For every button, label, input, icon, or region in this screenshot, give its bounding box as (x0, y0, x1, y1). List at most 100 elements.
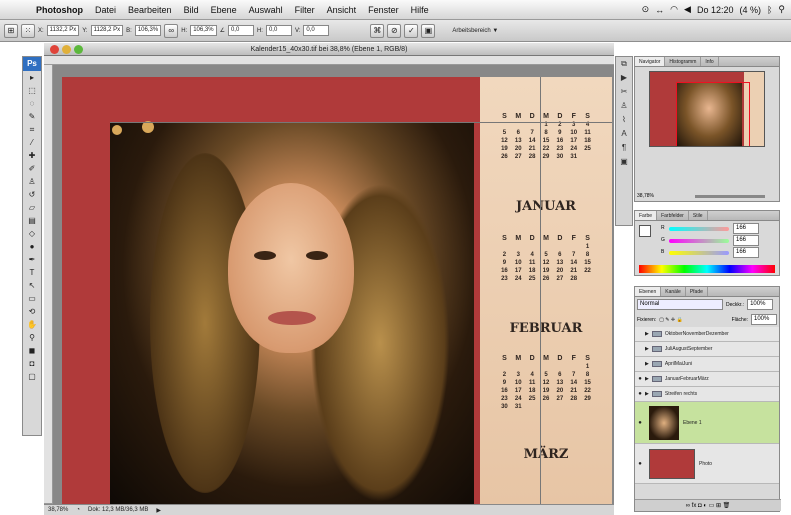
zoom-level[interactable]: 38,78% (48, 507, 68, 513)
h-skew-field[interactable]: 0,0 (265, 25, 292, 36)
crop-tool-icon[interactable]: ⌗ (23, 123, 41, 136)
guide-line[interactable] (540, 77, 541, 504)
wifi-icon[interactable]: ◠ (670, 4, 678, 15)
masks-panel-icon[interactable]: ▣ (616, 155, 632, 169)
stamp-tool-icon[interactable]: ♙ (23, 175, 41, 188)
tab-navigator[interactable]: Navigator (635, 57, 666, 66)
type-tool-icon[interactable]: T (23, 266, 41, 279)
close-window-icon[interactable] (50, 45, 59, 54)
color-swatches-icon[interactable]: ◼ (23, 344, 41, 357)
new-layer-icon[interactable]: ⊞ (716, 503, 721, 509)
layer-name[interactable]: OktoberNovemberDezember (665, 331, 729, 337)
warp-icon[interactable]: ⌘ (370, 23, 385, 38)
menu-clock[interactable]: Do 12:20 (697, 5, 734, 15)
eye-icon[interactable]: ● (635, 391, 645, 397)
menu-fenster[interactable]: Fenster (362, 5, 405, 15)
document-info[interactable]: Dok: 12,3 MB/36,3 MB (88, 507, 148, 513)
navigator-thumbnail[interactable] (649, 71, 765, 147)
tool-preset-button[interactable]: ⊞ (4, 23, 18, 38)
calendar-strip[interactable]: S M D M D F S 1 2 3 4 5 6 7 8 9 10 11 12 13 14 15 16 17 18 19 20 21… (480, 77, 612, 504)
red-value[interactable]: 166 (733, 223, 759, 234)
pen-tool-icon[interactable]: ✒ (23, 253, 41, 266)
tab-layers[interactable]: Ebenen (635, 287, 662, 296)
tab-swatches[interactable]: Farbfelder (657, 211, 689, 220)
foreground-swatch[interactable] (639, 225, 651, 237)
sync-icon[interactable]: ↔ (655, 5, 664, 15)
v-skew-field[interactable]: 0,0 (303, 25, 330, 36)
quickmask-icon[interactable]: ◘ (23, 357, 41, 370)
menu-bearbeiten[interactable]: Bearbeiten (122, 5, 178, 15)
cancel-transform-icon[interactable]: ⊘ (387, 23, 402, 38)
disclosure-triangle-icon[interactable]: ▶ (645, 391, 649, 397)
tools-panel-icon[interactable]: ✂ (616, 85, 632, 99)
blend-mode-select[interactable]: Normal (637, 299, 723, 310)
zoom-tool-icon[interactable]: ⚲ (23, 331, 41, 344)
layer-name[interactable]: Ebene 1 (683, 420, 702, 426)
width-field[interactable]: 106,3% (134, 25, 162, 36)
canvas[interactable]: S M D M D F S 1 2 3 4 5 6 7 8 9 10 11 12 13 14 15 16 17 18 19 20 21… (62, 77, 612, 504)
tab-color[interactable]: Farbe (635, 211, 658, 220)
status-icon[interactable]: ◔ (76, 507, 80, 513)
layer-row[interactable]: ● Photo (635, 444, 779, 484)
disclosure-triangle-icon[interactable]: ▶ (645, 346, 649, 352)
link-icon[interactable]: ∞ (164, 23, 179, 38)
hand-tool-icon[interactable]: ✋ (23, 318, 41, 331)
bridge-icon[interactable]: ▣ (421, 23, 436, 38)
tab-info[interactable]: Info (701, 57, 719, 66)
layer-row[interactable]: ▶ AprilMaiJuni (635, 357, 779, 372)
paragraph-panel-icon[interactable]: ¶ (616, 141, 632, 155)
history-panel-icon[interactable]: ⧉ (616, 57, 632, 71)
menu-bild[interactable]: Bild (178, 5, 205, 15)
layer-row-selected[interactable]: ● Ebene 1 (635, 402, 779, 444)
mask-icon[interactable]: ◘ (698, 503, 702, 509)
fill-field[interactable]: 100% (751, 314, 777, 325)
shape-tool-icon[interactable]: ▭ (23, 292, 41, 305)
eye-icon[interactable]: ● (635, 376, 645, 382)
x-field[interactable]: 1132,2 Px (46, 25, 80, 36)
actions-panel-icon[interactable]: ▶ (616, 71, 632, 85)
tab-histogram[interactable]: Histogramm (665, 57, 702, 66)
brush-panel-icon[interactable]: ⌇ (616, 113, 632, 127)
layer-name[interactable]: Photo (699, 461, 712, 467)
eye-icon[interactable]: ● (635, 420, 645, 426)
angle-field[interactable]: 0,0 (227, 25, 254, 36)
status-menu-arrow[interactable]: ▶ (156, 507, 161, 514)
horizontal-ruler[interactable] (44, 56, 614, 65)
spotlight-icon[interactable]: ⚲ (778, 4, 785, 15)
clone-panel-icon[interactable]: ♙ (616, 99, 632, 113)
blur-tool-icon[interactable]: ◇ (23, 227, 41, 240)
dodge-tool-icon[interactable]: ● (23, 240, 41, 253)
tab-styles[interactable]: Stile (689, 211, 708, 220)
color-spectrum[interactable] (639, 265, 775, 273)
portrait-photo[interactable] (110, 121, 474, 504)
y-field[interactable]: 1128,2 Px (90, 25, 124, 36)
timemachine-icon[interactable]: ⊙ (642, 4, 650, 15)
lasso-tool-icon[interactable]: ◌ (23, 97, 41, 110)
layer-name[interactable]: AprilMaiJuni (665, 361, 692, 367)
character-panel-icon[interactable]: A (616, 127, 632, 141)
menu-datei[interactable]: Datei (89, 5, 122, 15)
layer-row[interactable]: ▶ OktoberNovemberDezember (635, 327, 779, 342)
move-tool-icon[interactable]: ▸ (23, 71, 41, 84)
height-field[interactable]: 106,3% (190, 25, 217, 36)
volume-icon[interactable]: ◀ (684, 4, 691, 15)
commit-transform-icon[interactable]: ✓ (404, 23, 419, 38)
red-slider[interactable] (669, 227, 729, 231)
menu-filter[interactable]: Filter (289, 5, 321, 15)
reference-point-icon[interactable]: ⁙ (21, 23, 35, 38)
adjustment-icon[interactable]: ◐ (703, 503, 707, 509)
navigator-zoom-slider[interactable] (695, 195, 765, 198)
layer-name[interactable]: Streifen rechts (665, 391, 697, 397)
tab-channels[interactable]: Kanäle (661, 287, 686, 296)
layer-row[interactable]: ● ▶ Streifen rechts (635, 387, 779, 402)
bluetooth-icon[interactable]: ᛒ (767, 5, 772, 15)
menu-app-name[interactable]: Photoshop (30, 5, 89, 15)
healing-tool-icon[interactable]: ✚ (23, 149, 41, 162)
brush-tool-icon[interactable]: ✐ (23, 162, 41, 175)
blue-value[interactable]: 166 (733, 247, 759, 258)
menu-ansicht[interactable]: Ansicht (321, 5, 363, 15)
lock-icons[interactable]: ▢ ✎ ✛ 🔒 (659, 317, 683, 323)
disclosure-triangle-icon[interactable]: ▶ (645, 376, 649, 382)
screen-mode-icon[interactable]: ▢ (23, 370, 41, 383)
workspace-switcher[interactable]: Arbeitsbereich ▼ (452, 28, 498, 34)
